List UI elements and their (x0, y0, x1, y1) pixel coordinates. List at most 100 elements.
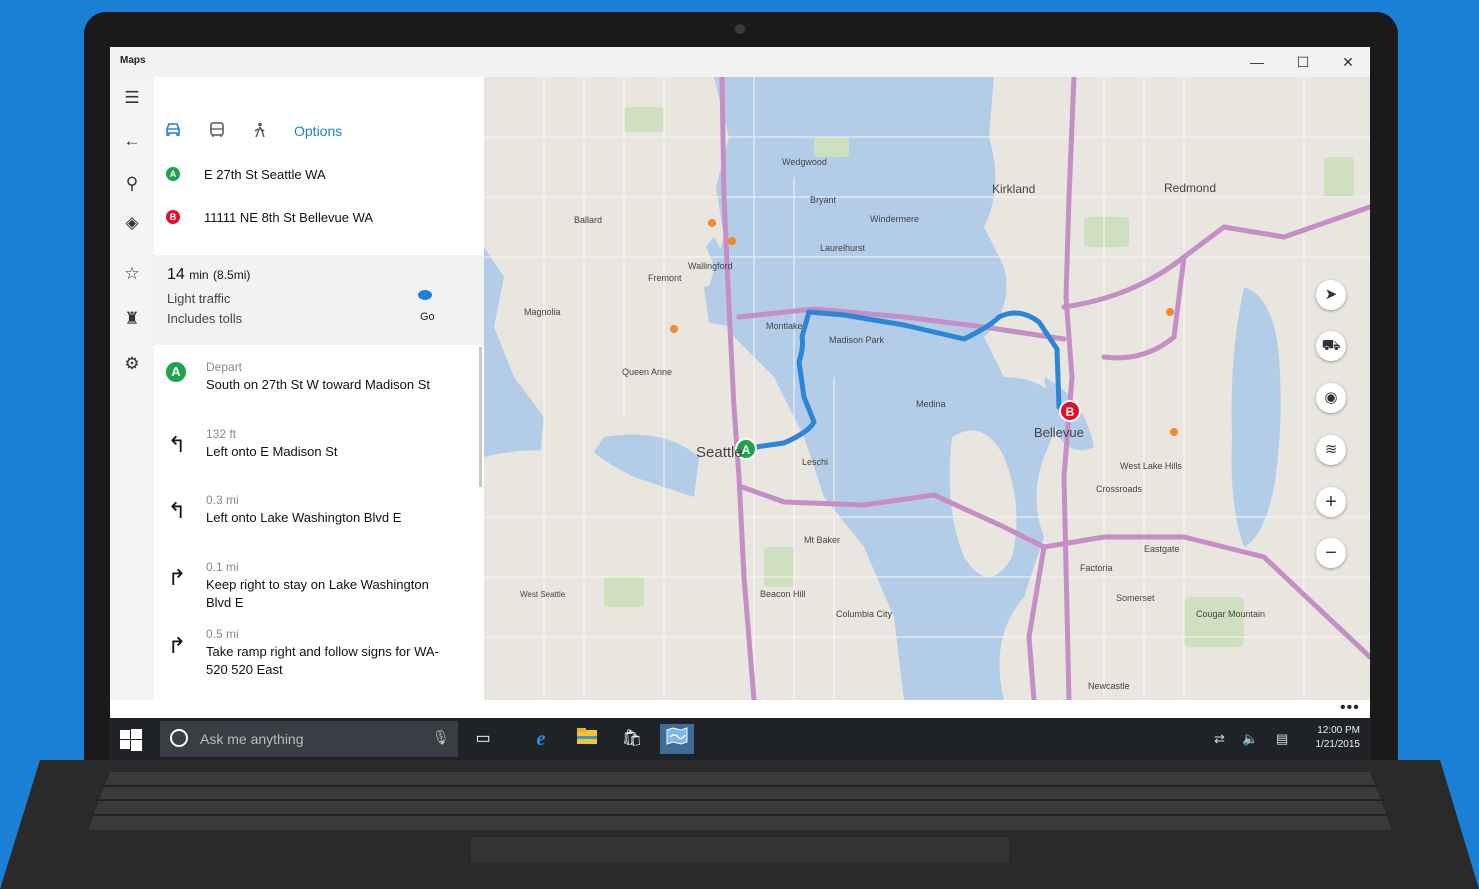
webcam (735, 24, 745, 34)
maximize-button[interactable]: ☐ (1280, 49, 1326, 75)
turn-right-icon: ↱ (167, 633, 187, 658)
cortana-ring-icon (170, 729, 188, 747)
app-title: Maps (120, 55, 146, 66)
traffic-status: Light traffic (167, 291, 231, 306)
map-label-redmond: Redmond (1164, 181, 1216, 195)
store-icon[interactable]: 🛍 (615, 724, 649, 754)
duration-value: 14 (167, 266, 185, 283)
map-label-seattle: Seattle (696, 444, 743, 461)
map-label-bellevue: Bellevue (1034, 425, 1084, 440)
car-icon[interactable] (162, 122, 184, 142)
panel-scrollbar[interactable] (479, 347, 482, 487)
map-label-fremont: Fremont (648, 273, 682, 283)
map-label-factoria: Factoria (1080, 563, 1113, 573)
map-label-cougar-mountain: Cougar Mountain (1196, 609, 1265, 619)
map-label-newcastle: Newcastle (1088, 681, 1130, 691)
action-center-icon[interactable]: ▤ (1276, 731, 1288, 747)
end-marker-icon: B (166, 210, 180, 224)
map-label-somerset: Somerset (1116, 593, 1155, 603)
step-distance: Depart (206, 360, 243, 374)
end-location-field[interactable]: 11111 NE 8th St Bellevue WA (204, 210, 373, 225)
turn-by-turn-list: A Depart South on 27th St W toward Madis… (154, 345, 484, 700)
file-explorer-icon[interactable] (570, 724, 604, 754)
step-distance: 0.1 mi (206, 560, 239, 574)
route-distance: (8.5mi) (213, 268, 251, 282)
start-pin-label: A (742, 443, 751, 457)
zoom-in-button[interactable]: + (1316, 487, 1346, 517)
map-label-west-seattle: West Seattle (520, 590, 566, 599)
compass-icon[interactable]: ➤ (1316, 280, 1346, 310)
map-canvas[interactable]: A B Seattle Bellevue Kirkland Redmond Me… (484, 77, 1370, 700)
map-label-eastgate: Eastgate (1144, 544, 1180, 554)
step-distance: 0.5 mi (206, 627, 239, 641)
map-label-wedgwood: Wedgwood (782, 157, 827, 167)
map-label-windermere: Windermere (870, 214, 919, 224)
map-label-crossroads: Crossroads (1096, 484, 1143, 494)
duration-unit: min (189, 268, 209, 282)
back-arrow-icon[interactable]: ← (120, 129, 144, 153)
cortana-search-box[interactable]: Ask me anything 🎙 (160, 721, 458, 757)
minimize-button[interactable]: — (1234, 49, 1280, 75)
go-button-label[interactable]: Go (420, 311, 435, 323)
bus-icon[interactable] (206, 122, 228, 142)
map-label-magnolia: Magnolia (524, 307, 561, 317)
map-label-queen-anne: Queen Anne (622, 367, 672, 377)
map-label-west-lake-hills: West Lake Hills (1120, 461, 1182, 471)
settings-gear-icon[interactable]: ⚙ (120, 352, 144, 376)
walk-icon[interactable] (249, 122, 271, 142)
laptop-keyboard-deck (0, 760, 1479, 889)
map-label-medina: Medina (916, 399, 946, 409)
step-distance: 0.3 mi (206, 493, 239, 507)
start-marker-icon: A (166, 167, 180, 181)
zoom-out-button[interactable]: − (1316, 538, 1346, 568)
volume-icon[interactable]: 🔈 (1242, 731, 1258, 747)
turn-right-icon: ↱ (167, 565, 187, 590)
depart-marker-icon: A (166, 362, 186, 382)
show-location-icon[interactable]: ◉ (1316, 383, 1346, 413)
route-inputs: Options A E 27th St Seattle WA B 11111 N… (154, 77, 484, 255)
more-options-icon[interactable]: ••• (1340, 699, 1360, 717)
window-titlebar: Maps — ☐ ✕ (110, 47, 1370, 77)
route-duration: 14 min (8.5mi) (167, 266, 250, 284)
directions-panel: Options A E 27th St Seattle WA B 11111 N… (154, 77, 484, 700)
directions-icon[interactable]: ◈ (120, 211, 144, 235)
search-placeholder: Ask me anything (200, 731, 304, 747)
map-label-kirkland: Kirkland (992, 182, 1035, 196)
start-location-field[interactable]: E 27th St Seattle WA (204, 167, 326, 182)
nav-rail: ☰ ← ⚲ ◈ ☆ ♜ ⚙ (110, 77, 154, 739)
map-label-laurelhurst: Laurelhurst (820, 243, 866, 253)
3d-cities-icon[interactable]: ♜ (120, 307, 144, 331)
app-bottom-bar (110, 700, 1370, 718)
microphone-icon[interactable]: 🎙 (432, 729, 450, 746)
go-eye-icon[interactable] (418, 290, 432, 300)
traffic-toggle-icon[interactable]: ⛟ (1316, 331, 1346, 361)
maps-app-taskbar-icon[interactable] (660, 724, 694, 754)
clock-date[interactable]: 1/21/2015 (1310, 739, 1361, 750)
windows-taskbar: Ask me anything 🎙 ▭ e 🛍 ⇄ 🔈 ▤ 12:00 PM 1… (110, 718, 1370, 760)
map-layers-icon[interactable]: ≋ (1316, 435, 1346, 465)
map-label-ballard: Ballard (574, 215, 602, 225)
step-distance: 132 ft (206, 427, 237, 441)
close-button[interactable]: ✕ (1325, 49, 1370, 75)
map-label-wallingford: Wallingford (688, 261, 733, 271)
map-label-madison-park: Madison Park (829, 335, 885, 345)
turn-left-icon: ↰ (167, 432, 187, 457)
network-icon[interactable]: ⇄ (1214, 731, 1225, 747)
route-summary[interactable]: 14 min (8.5mi) Light traffic Includes to… (154, 255, 484, 345)
search-icon[interactable]: ⚲ (120, 172, 144, 196)
windows-start-icon[interactable] (120, 729, 142, 751)
internet-explorer-icon[interactable]: e (524, 724, 558, 754)
step-instruction: South on 27th St W toward Madison St (206, 377, 431, 392)
clock-time[interactable]: 12:00 PM (1310, 725, 1360, 736)
step-instruction: Left onto Lake Washington Blvd E (206, 510, 402, 525)
map-label-columbia-city: Columbia City (836, 609, 893, 619)
task-view-icon[interactable]: ▭ (466, 724, 500, 754)
step-instruction: Keep right to stay on Lake Washington Bl… (206, 577, 429, 610)
end-pin-label: B (1066, 405, 1075, 419)
map-label-montlake: Montlake (766, 321, 803, 331)
favorites-star-icon[interactable]: ☆ (120, 262, 144, 286)
options-link[interactable]: Options (294, 123, 342, 139)
map-label-bryant: Bryant (810, 195, 837, 205)
laptop-screen: Maps — ☐ ✕ ☰ ← ⚲ ◈ ☆ ♜ ⚙ Options A E 27t… (110, 47, 1370, 760)
hamburger-menu-icon[interactable]: ☰ (120, 86, 144, 110)
